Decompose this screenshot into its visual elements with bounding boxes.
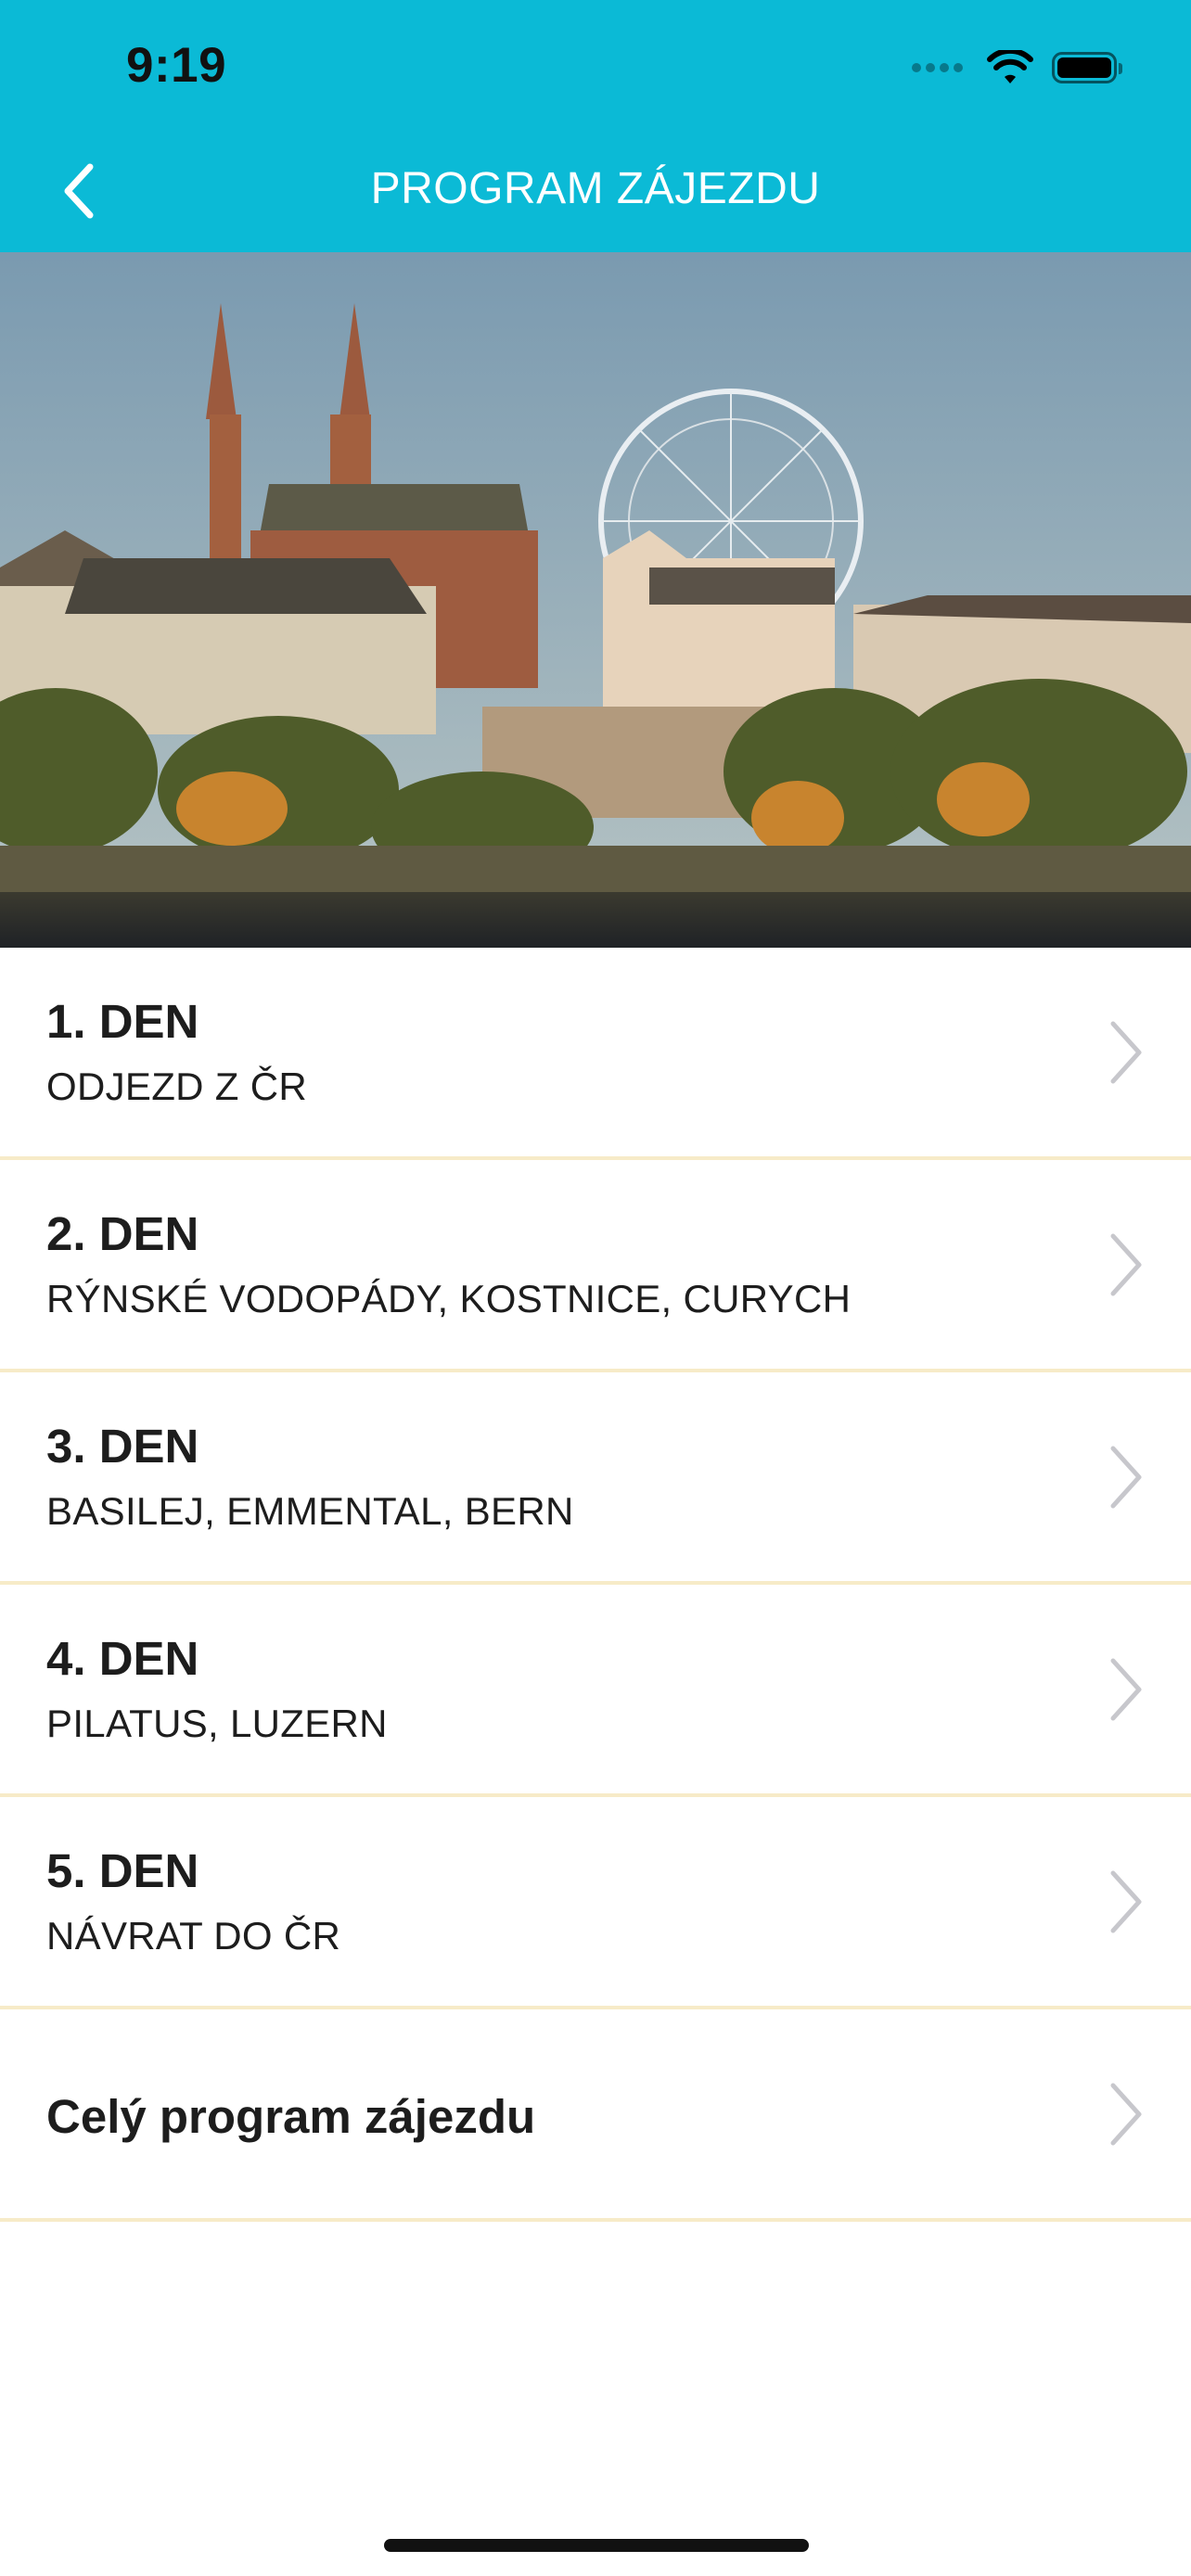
day-subtitle: PILATUS, LUZERN bbox=[46, 1702, 388, 1745]
full-program-item[interactable]: Celý program zájezdu bbox=[0, 2009, 1191, 2222]
day-item-3[interactable]: 3. DEN BASILEJ, EMMENTAL, BERN bbox=[0, 1372, 1191, 1585]
chevron-right-icon bbox=[1110, 1446, 1142, 1509]
status-time: 9:19 bbox=[126, 38, 227, 93]
day-item-1[interactable]: 1. DEN ODJEZD Z ČR bbox=[0, 948, 1191, 1160]
home-indicator bbox=[384, 2539, 809, 2552]
page-title: PROGRAM ZÁJEZDU bbox=[370, 164, 821, 213]
full-program-title: Celý program zájezdu bbox=[46, 2090, 536, 2143]
day-subtitle: BASILEJ, EMMENTAL, BERN bbox=[46, 1489, 574, 1533]
day-subtitle: ODJEZD Z ČR bbox=[46, 1065, 307, 1108]
chevron-right-icon bbox=[1110, 1233, 1142, 1296]
cellular-signal-icon bbox=[912, 63, 963, 72]
day-title: 4. DEN bbox=[46, 1632, 199, 1685]
status-icons bbox=[912, 45, 1122, 91]
hero-image bbox=[0, 252, 1191, 948]
wifi-icon bbox=[987, 50, 1033, 83]
day-title: 2. DEN bbox=[46, 1207, 199, 1260]
day-title: 5. DEN bbox=[46, 1844, 199, 1897]
chevron-right-icon bbox=[1110, 2083, 1142, 2146]
day-item-4[interactable]: 4. DEN PILATUS, LUZERN bbox=[0, 1585, 1191, 1797]
day-item-5[interactable]: 5. DEN NÁVRAT DO ČR bbox=[0, 1797, 1191, 2009]
chevron-right-icon bbox=[1110, 1021, 1142, 1084]
chevron-right-icon bbox=[1110, 1658, 1142, 1721]
day-list: 1. DEN ODJEZD Z ČR 2. DEN RÝNSKÉ VODOPÁD… bbox=[0, 948, 1191, 2222]
top-bar: 9:19 PROGRAM ZÁJEZDU bbox=[0, 0, 1191, 252]
day-title: 3. DEN bbox=[46, 1420, 199, 1473]
day-title: 1. DEN bbox=[46, 995, 199, 1048]
day-item-2[interactable]: 2. DEN RÝNSKÉ VODOPÁDY, KOSTNICE, CURYCH bbox=[0, 1160, 1191, 1372]
day-subtitle: NÁVRAT DO ČR bbox=[46, 1914, 341, 1958]
day-subtitle: RÝNSKÉ VODOPÁDY, KOSTNICE, CURYCH bbox=[46, 1277, 852, 1320]
chevron-right-icon bbox=[1110, 1870, 1142, 1933]
battery-icon bbox=[1052, 52, 1122, 83]
